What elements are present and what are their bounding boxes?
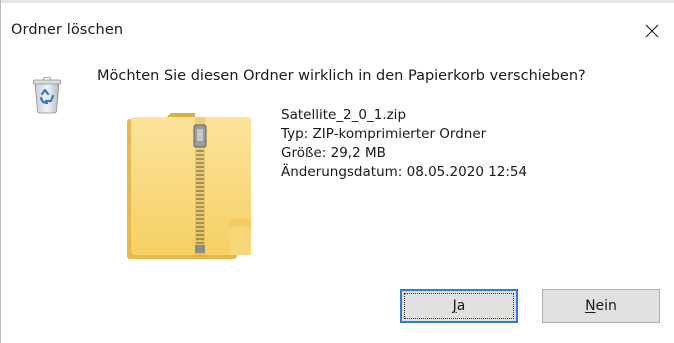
close-icon — [645, 24, 659, 38]
no-button[interactable]: Nein — [542, 289, 660, 323]
confirmation-question: Möchten Sie diesen Ordner wirklich in de… — [97, 68, 586, 84]
file-modified-date: Änderungsdatum: 08.05.2020 12:54 — [281, 164, 528, 180]
close-button[interactable] — [629, 3, 674, 59]
file-type: Typ: ZIP-komprimierter Ordner — [281, 126, 487, 142]
zip-folder-icon — [127, 113, 251, 259]
file-details: Satellite_2_0_1.zip Typ: ZIP-komprimiert… — [281, 106, 527, 182]
title-bar: Ordner löschen — [1, 3, 674, 59]
focus-ring — [404, 293, 514, 319]
recycle-bin-icon — [33, 77, 61, 114]
no-button-label: Nein — [585, 298, 617, 314]
file-size: Größe: 29,2 MB — [281, 145, 386, 161]
delete-folder-dialog: Ordner löschen Möchten Sie diesen Ordner… — [0, 0, 674, 343]
file-name: Satellite_2_0_1.zip — [281, 107, 407, 123]
dialog-title: Ordner löschen — [11, 22, 124, 38]
yes-button[interactable]: Ja — [400, 289, 518, 323]
dialog-content: Möchten Sie diesen Ordner wirklich in de… — [1, 59, 674, 343]
